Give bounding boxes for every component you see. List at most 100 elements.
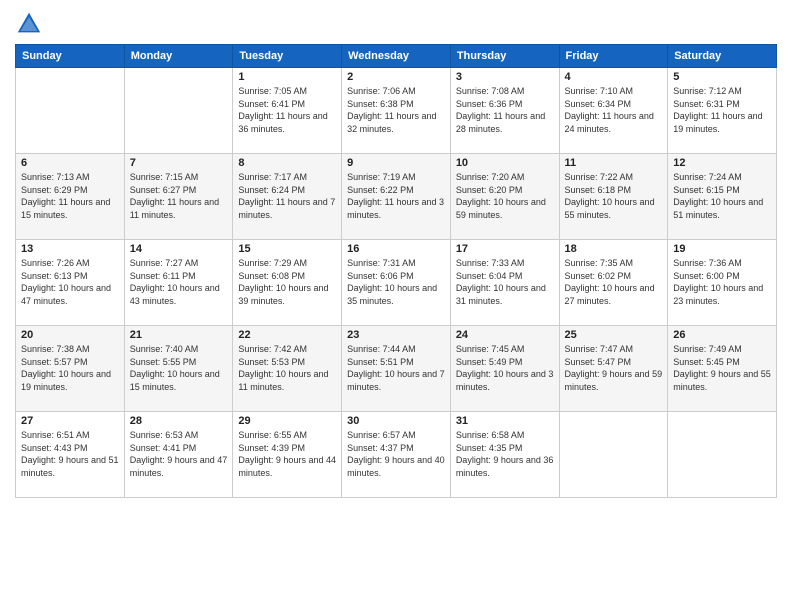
calendar-header-tuesday: Tuesday: [233, 45, 342, 68]
day-number: 18: [565, 243, 663, 255]
calendar-cell: 30Sunrise: 6:57 AM Sunset: 4:37 PM Dayli…: [342, 412, 451, 498]
calendar-cell: 19 Sunrise: 7:36 AM Sunset: 6:00 PM Dayli…: [668, 240, 777, 326]
day-info: Sunrise: 6:58 AM Sunset: 4:35 PM Dayligh…: [456, 429, 554, 479]
calendar-cell: 12 Sunrise: 7:24 AM Sunset: 6:15 PM Dayli…: [668, 154, 777, 240]
calendar-cell: 18 Sunrise: 7:35 AM Sunset: 6:02 PM Dayli…: [559, 240, 668, 326]
day-number: 12: [673, 157, 771, 169]
calendar-cell: 24 Sunrise: 7:45 AM Sunset: 5:49 PM Dayli…: [450, 326, 559, 412]
calendar-cell: 27Sunrise: 6:51 AM Sunset: 4:43 PM Dayli…: [16, 412, 125, 498]
calendar-cell: 26Sunrise: 7:49 AM Sunset: 5:45 PM Dayli…: [668, 326, 777, 412]
calendar-cell: 31 Sunrise: 6:58 AM Sunset: 4:35 PM Dayli…: [450, 412, 559, 498]
calendar-cell: [124, 68, 233, 154]
day-number: 8: [238, 157, 336, 169]
calendar-header-wednesday: Wednesday: [342, 45, 451, 68]
day-number: 2: [347, 71, 445, 83]
calendar-header-thursday: Thursday: [450, 45, 559, 68]
day-info: Sunrise: 7:27 AM Sunset: 6:11 PM Dayligh…: [130, 257, 228, 307]
day-number: 25: [565, 329, 663, 341]
logo: [15, 10, 47, 38]
day-info: Sunrise: 7:26 AM Sunset: 6:13 PM Dayligh…: [21, 257, 119, 307]
calendar-cell: 23 Sunrise: 7:44 AM Sunset: 5:51 PM Dayli…: [342, 326, 451, 412]
day-info: Sunrise: 7:44 AM Sunset: 5:51 PM Dayligh…: [347, 343, 445, 393]
calendar-cell: 5Sunrise: 7:12 AM Sunset: 6:31 PM Daylig…: [668, 68, 777, 154]
day-info: Sunrise: 6:53 AM Sunset: 4:41 PM Dayligh…: [130, 429, 228, 479]
calendar-cell: 6 Sunrise: 7:13 AM Sunset: 6:29 PM Daylig…: [16, 154, 125, 240]
calendar-cell: [559, 412, 668, 498]
day-info: Sunrise: 7:17 AM Sunset: 6:24 PM Dayligh…: [238, 171, 336, 221]
day-info: Sunrise: 7:40 AM Sunset: 5:55 PM Dayligh…: [130, 343, 228, 393]
day-number: 3: [456, 71, 554, 83]
day-number: 31: [456, 415, 554, 427]
day-number: 11: [565, 157, 663, 169]
day-info: Sunrise: 7:36 AM Sunset: 6:00 PM Dayligh…: [673, 257, 771, 307]
day-info: Sunrise: 7:47 AM Sunset: 5:47 PM Dayligh…: [565, 343, 663, 393]
day-info: Sunrise: 7:15 AM Sunset: 6:27 PM Dayligh…: [130, 171, 228, 221]
day-info: Sunrise: 7:35 AM Sunset: 6:02 PM Dayligh…: [565, 257, 663, 307]
day-number: 21: [130, 329, 228, 341]
calendar-table: SundayMondayTuesdayWednesdayThursdayFrid…: [15, 44, 777, 498]
calendar-cell: 17 Sunrise: 7:33 AM Sunset: 6:04 PM Dayli…: [450, 240, 559, 326]
day-number: 19: [673, 243, 771, 255]
day-number: 28: [130, 415, 228, 427]
calendar-cell: 11 Sunrise: 7:22 AM Sunset: 6:18 PM Dayli…: [559, 154, 668, 240]
calendar-cell: 8 Sunrise: 7:17 AM Sunset: 6:24 PM Daylig…: [233, 154, 342, 240]
calendar-cell: 22Sunrise: 7:42 AM Sunset: 5:53 PM Dayli…: [233, 326, 342, 412]
day-number: 5: [673, 71, 771, 83]
day-info: Sunrise: 7:22 AM Sunset: 6:18 PM Dayligh…: [565, 171, 663, 221]
calendar-cell: [16, 68, 125, 154]
day-info: Sunrise: 6:51 AM Sunset: 4:43 PM Dayligh…: [21, 429, 119, 479]
calendar-cell: [668, 412, 777, 498]
calendar-cell: 15 Sunrise: 7:29 AM Sunset: 6:08 PM Dayli…: [233, 240, 342, 326]
day-info: Sunrise: 6:57 AM Sunset: 4:37 PM Dayligh…: [347, 429, 445, 479]
day-number: 14: [130, 243, 228, 255]
day-info: Sunrise: 7:49 AM Sunset: 5:45 PM Dayligh…: [673, 343, 771, 393]
day-info: Sunrise: 7:20 AM Sunset: 6:20 PM Dayligh…: [456, 171, 554, 221]
calendar-header-monday: Monday: [124, 45, 233, 68]
calendar-week-row: 1 Sunrise: 7:05 AM Sunset: 6:41 PM Daylig…: [16, 68, 777, 154]
day-info: Sunrise: 7:29 AM Sunset: 6:08 PM Dayligh…: [238, 257, 336, 307]
day-info: Sunrise: 6:55 AM Sunset: 4:39 PM Dayligh…: [238, 429, 336, 479]
calendar-cell: 1 Sunrise: 7:05 AM Sunset: 6:41 PM Daylig…: [233, 68, 342, 154]
day-info: Sunrise: 7:06 AM Sunset: 6:38 PM Dayligh…: [347, 85, 445, 135]
day-info: Sunrise: 7:24 AM Sunset: 6:15 PM Dayligh…: [673, 171, 771, 221]
calendar-week-row: 6 Sunrise: 7:13 AM Sunset: 6:29 PM Daylig…: [16, 154, 777, 240]
day-number: 16: [347, 243, 445, 255]
calendar-cell: 9Sunrise: 7:19 AM Sunset: 6:22 PM Daylig…: [342, 154, 451, 240]
calendar-cell: 29Sunrise: 6:55 AM Sunset: 4:39 PM Dayli…: [233, 412, 342, 498]
calendar-cell: 4Sunrise: 7:10 AM Sunset: 6:34 PM Daylig…: [559, 68, 668, 154]
calendar-cell: 20 Sunrise: 7:38 AM Sunset: 5:57 PM Dayli…: [16, 326, 125, 412]
calendar-week-row: 13 Sunrise: 7:26 AM Sunset: 6:13 PM Dayli…: [16, 240, 777, 326]
day-info: Sunrise: 7:13 AM Sunset: 6:29 PM Dayligh…: [21, 171, 119, 221]
day-info: Sunrise: 7:19 AM Sunset: 6:22 PM Dayligh…: [347, 171, 445, 221]
day-number: 15: [238, 243, 336, 255]
day-number: 24: [456, 329, 554, 341]
header: [15, 10, 777, 38]
calendar-week-row: 20 Sunrise: 7:38 AM Sunset: 5:57 PM Dayli…: [16, 326, 777, 412]
day-number: 23: [347, 329, 445, 341]
calendar-cell: 25 Sunrise: 7:47 AM Sunset: 5:47 PM Dayli…: [559, 326, 668, 412]
logo-icon: [15, 10, 43, 38]
calendar-cell: 3Sunrise: 7:08 AM Sunset: 6:36 PM Daylig…: [450, 68, 559, 154]
day-number: 1: [238, 71, 336, 83]
day-info: Sunrise: 7:45 AM Sunset: 5:49 PM Dayligh…: [456, 343, 554, 393]
day-number: 13: [21, 243, 119, 255]
calendar-cell: 7 Sunrise: 7:15 AM Sunset: 6:27 PM Daylig…: [124, 154, 233, 240]
calendar-header-row: SundayMondayTuesdayWednesdayThursdayFrid…: [16, 45, 777, 68]
calendar-cell: 13 Sunrise: 7:26 AM Sunset: 6:13 PM Dayli…: [16, 240, 125, 326]
day-info: Sunrise: 7:10 AM Sunset: 6:34 PM Dayligh…: [565, 85, 663, 135]
day-info: Sunrise: 7:42 AM Sunset: 5:53 PM Dayligh…: [238, 343, 336, 393]
day-info: Sunrise: 7:33 AM Sunset: 6:04 PM Dayligh…: [456, 257, 554, 307]
calendar-header-friday: Friday: [559, 45, 668, 68]
day-number: 17: [456, 243, 554, 255]
day-number: 6: [21, 157, 119, 169]
day-info: Sunrise: 7:05 AM Sunset: 6:41 PM Dayligh…: [238, 85, 336, 135]
calendar-cell: 2 Sunrise: 7:06 AM Sunset: 6:38 PM Daylig…: [342, 68, 451, 154]
calendar-header-sunday: Sunday: [16, 45, 125, 68]
day-number: 7: [130, 157, 228, 169]
calendar-header-saturday: Saturday: [668, 45, 777, 68]
calendar-cell: 10Sunrise: 7:20 AM Sunset: 6:20 PM Dayli…: [450, 154, 559, 240]
day-number: 20: [21, 329, 119, 341]
calendar-cell: 28 Sunrise: 6:53 AM Sunset: 4:41 PM Dayli…: [124, 412, 233, 498]
calendar-cell: 21 Sunrise: 7:40 AM Sunset: 5:55 PM Dayli…: [124, 326, 233, 412]
day-info: Sunrise: 7:38 AM Sunset: 5:57 PM Dayligh…: [21, 343, 119, 393]
